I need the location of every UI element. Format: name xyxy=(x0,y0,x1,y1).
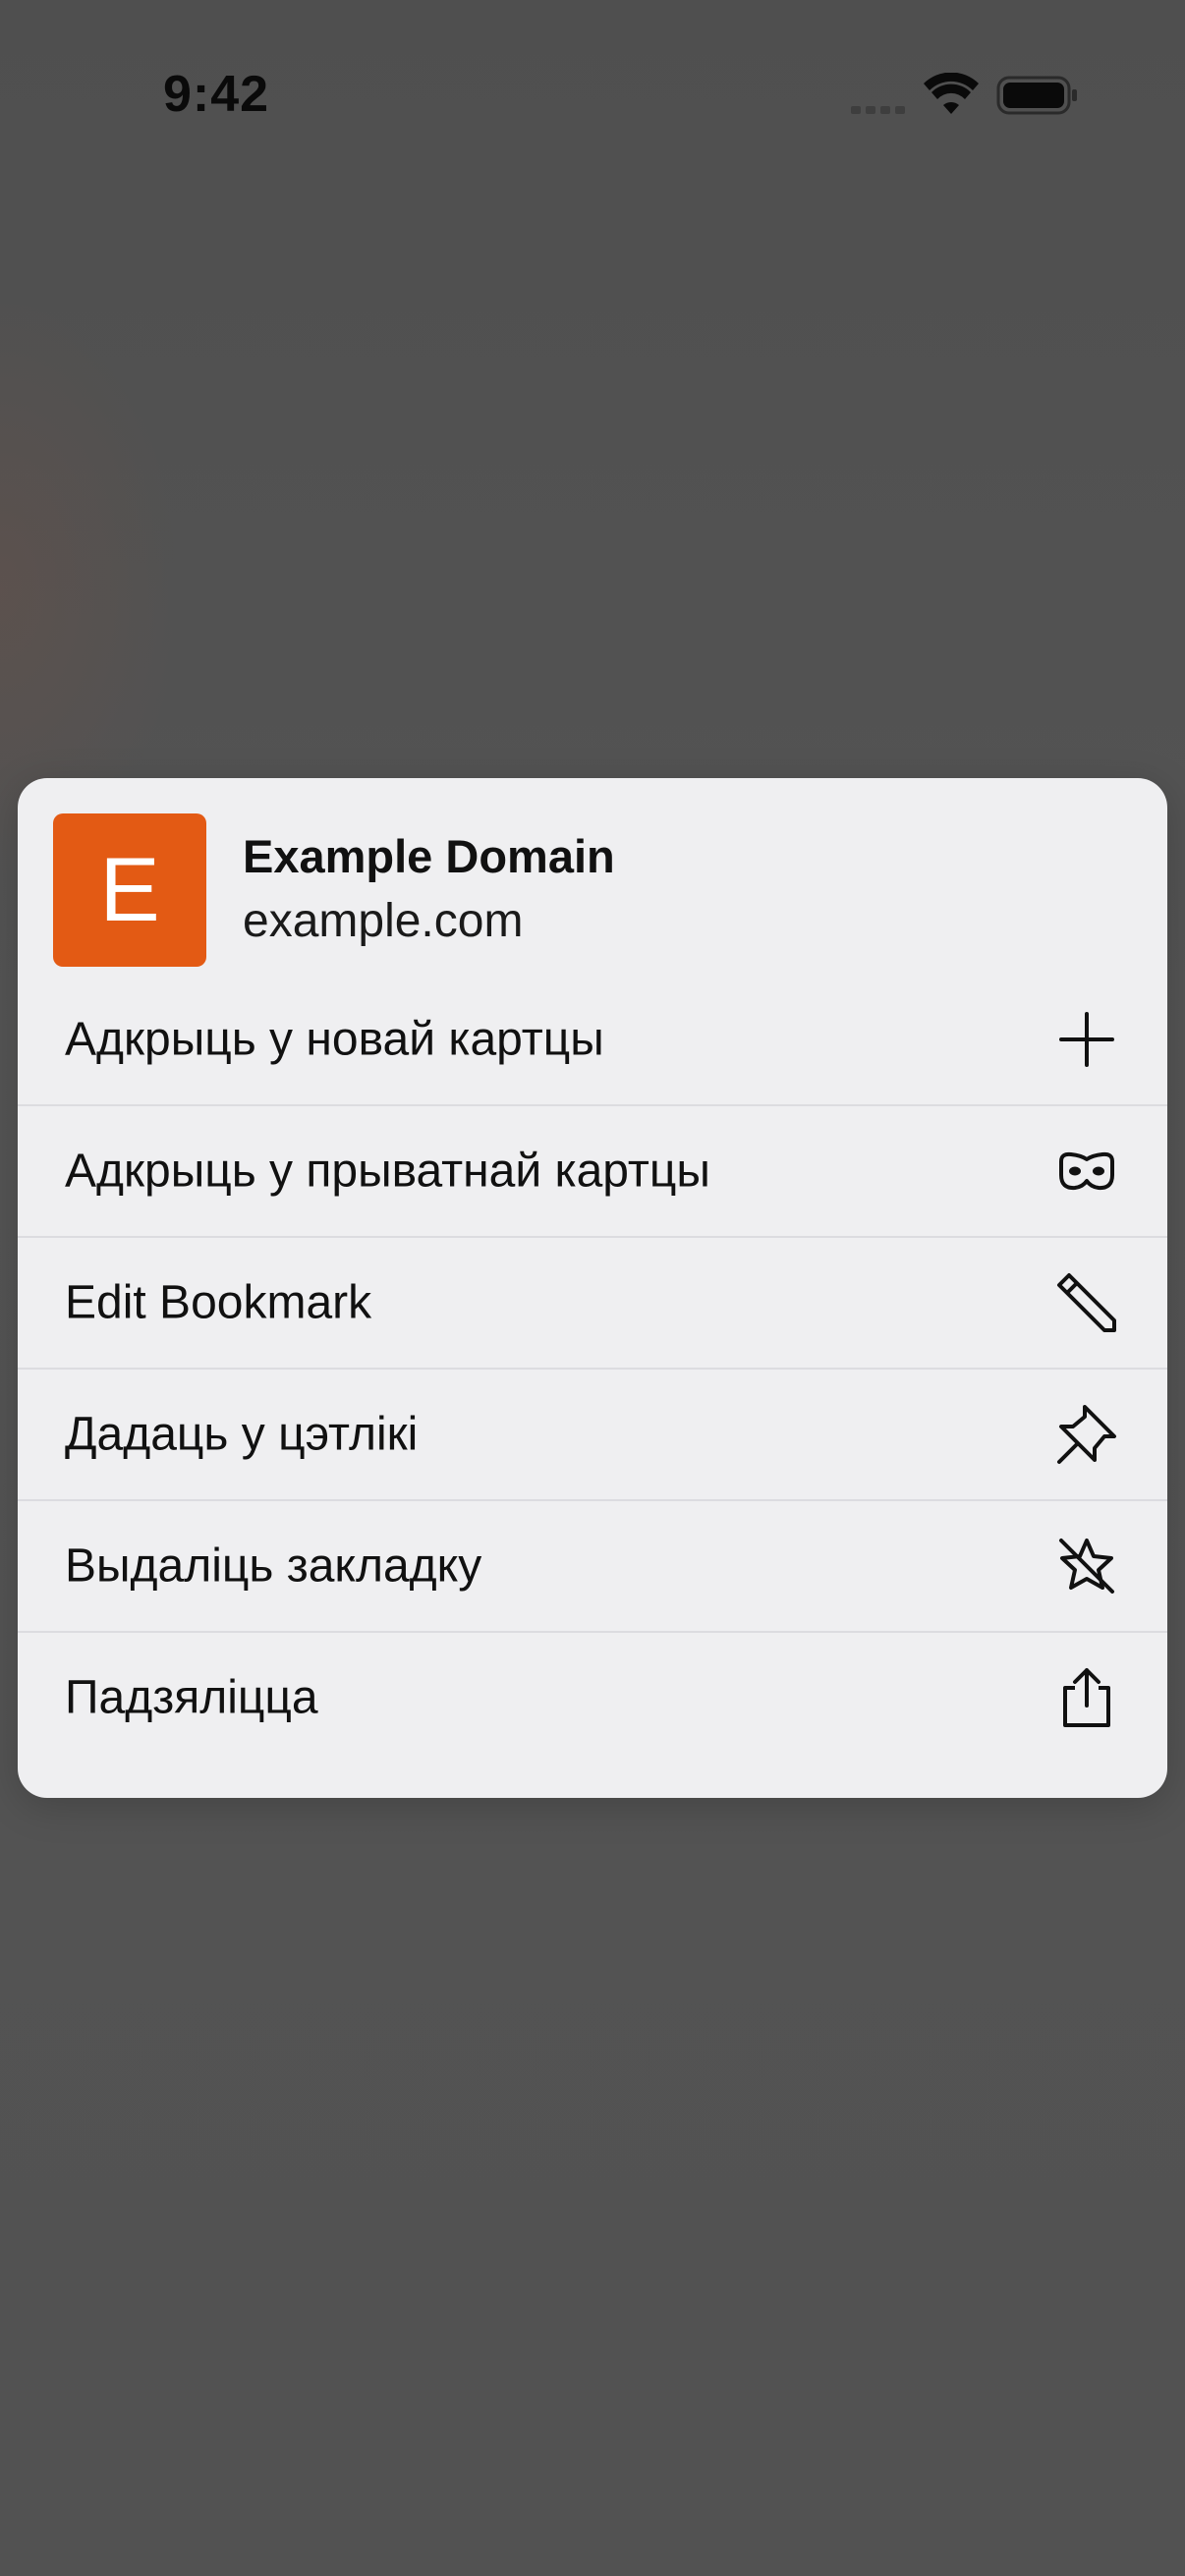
pencil-icon xyxy=(1055,1271,1118,1334)
share-icon xyxy=(1055,1666,1118,1729)
status-time: 9:42 xyxy=(163,66,270,123)
site-url: example.com xyxy=(243,895,524,947)
menu-header: E Example Domain example.com xyxy=(18,778,1167,975)
menu-item-open-new-tab[interactable]: Адкрыць у новай картцы xyxy=(18,975,1167,1104)
menu-item-label: Адкрыць у новай картцы xyxy=(65,1013,604,1066)
wifi-icon xyxy=(924,73,979,114)
menu-item-label: Адкрыць у прыватнай картцы xyxy=(65,1145,710,1198)
star-slash-icon xyxy=(1055,1535,1118,1597)
menu-items: Адкрыць у новай картцы Адкрыць у прыватн… xyxy=(18,975,1167,1763)
cellular-signal-icon xyxy=(851,106,905,114)
menu-item-label: Выдаліць закладку xyxy=(65,1540,482,1593)
private-mask-icon xyxy=(1055,1140,1118,1203)
bookmark-context-menu: E Example Domain example.com Адкрыць у н… xyxy=(18,778,1167,1798)
plus-icon xyxy=(1055,1008,1118,1071)
menu-item-share[interactable]: Падзяліцца xyxy=(18,1631,1167,1763)
site-title: Example Domain xyxy=(243,830,615,882)
menu-item-label: Дадаць у цэтлікі xyxy=(65,1408,419,1461)
menu-item-label: Edit Bookmark xyxy=(65,1276,372,1329)
menu-item-add-to-shortcuts[interactable]: Дадаць у цэтлікі xyxy=(18,1368,1167,1499)
pin-icon xyxy=(1055,1403,1118,1466)
menu-item-label: Падзяліцца xyxy=(65,1671,318,1724)
battery-icon xyxy=(996,76,1077,115)
menu-item-edit-bookmark[interactable]: Edit Bookmark xyxy=(18,1236,1167,1368)
site-favicon: E xyxy=(53,813,206,967)
status-bar: 9:42 xyxy=(0,0,1185,187)
menu-item-remove-bookmark[interactable]: Выдаліць закладку xyxy=(18,1499,1167,1631)
menu-item-open-private-tab[interactable]: Адкрыць у прыватнай картцы xyxy=(18,1104,1167,1236)
